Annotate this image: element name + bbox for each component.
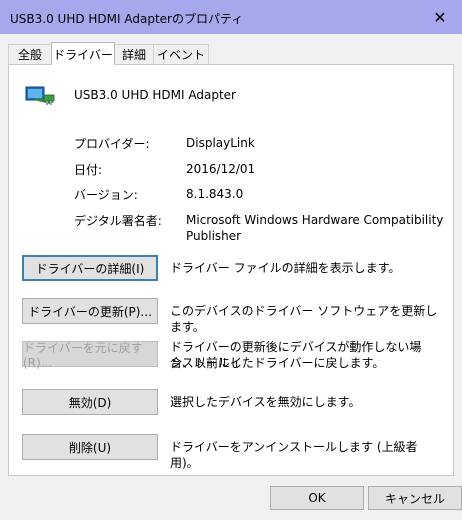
disable-device-button[interactable]: 無効(D) — [22, 389, 158, 415]
date-label: 日付: — [74, 163, 103, 177]
driver-details-desc: ドライバー ファイルの詳細を表示します。 — [170, 261, 401, 275]
signer-value-line2: Publisher — [186, 229, 242, 243]
close-icon: ✕ — [433, 7, 447, 27]
ok-button[interactable]: OK — [270, 486, 364, 510]
update-driver-button[interactable]: ドライバーの更新(P)... — [22, 298, 158, 324]
cancel-button[interactable]: キャンセル — [368, 486, 462, 510]
tab-general[interactable]: 全般 — [8, 44, 52, 64]
roll-back-driver-desc-line2: ンストールしたドライバーに戻します。 — [170, 356, 385, 370]
signer-label: デジタル署名者: — [74, 214, 162, 228]
date-value: 2016/12/01 — [186, 162, 256, 176]
signer-value-line1: Microsoft Windows Hardware Compatibility — [186, 213, 444, 227]
version-label: バージョン: — [74, 188, 138, 202]
disable-device-desc: 選択したデバイスを無効にします。 — [170, 395, 361, 409]
close-button[interactable]: ✕ — [418, 0, 462, 34]
tab-details[interactable]: 詳細 — [114, 44, 154, 64]
version-value: 8.1.843.0 — [186, 187, 244, 201]
tab-driver[interactable]: ドライバー — [51, 42, 115, 65]
provider-label: プロバイダー: — [74, 137, 150, 151]
device-name: USB3.0 UHD HDMI Adapter — [74, 88, 236, 102]
uninstall-device-desc: ドライバーをアンインストールします (上級者用)。 — [170, 440, 418, 470]
title-bar: USB3.0 UHD HDMI Adapterのプロパティ ✕ — [0, 0, 462, 34]
driver-details-button[interactable]: ドライバーの詳細(I) — [22, 255, 158, 281]
tab-events[interactable]: イベント — [153, 44, 209, 64]
window-title: USB3.0 UHD HDMI Adapterのプロパティ — [10, 12, 244, 26]
uninstall-device-button[interactable]: 削除(U) — [22, 434, 158, 460]
provider-value: DisplayLink — [186, 136, 255, 150]
roll-back-driver-button[interactable]: ドライバーを元に戻す(R)... — [22, 341, 158, 370]
update-driver-desc: このデバイスのドライバー ソフトウェアを更新します。 — [170, 304, 438, 334]
display-adapter-icon — [25, 86, 55, 105]
